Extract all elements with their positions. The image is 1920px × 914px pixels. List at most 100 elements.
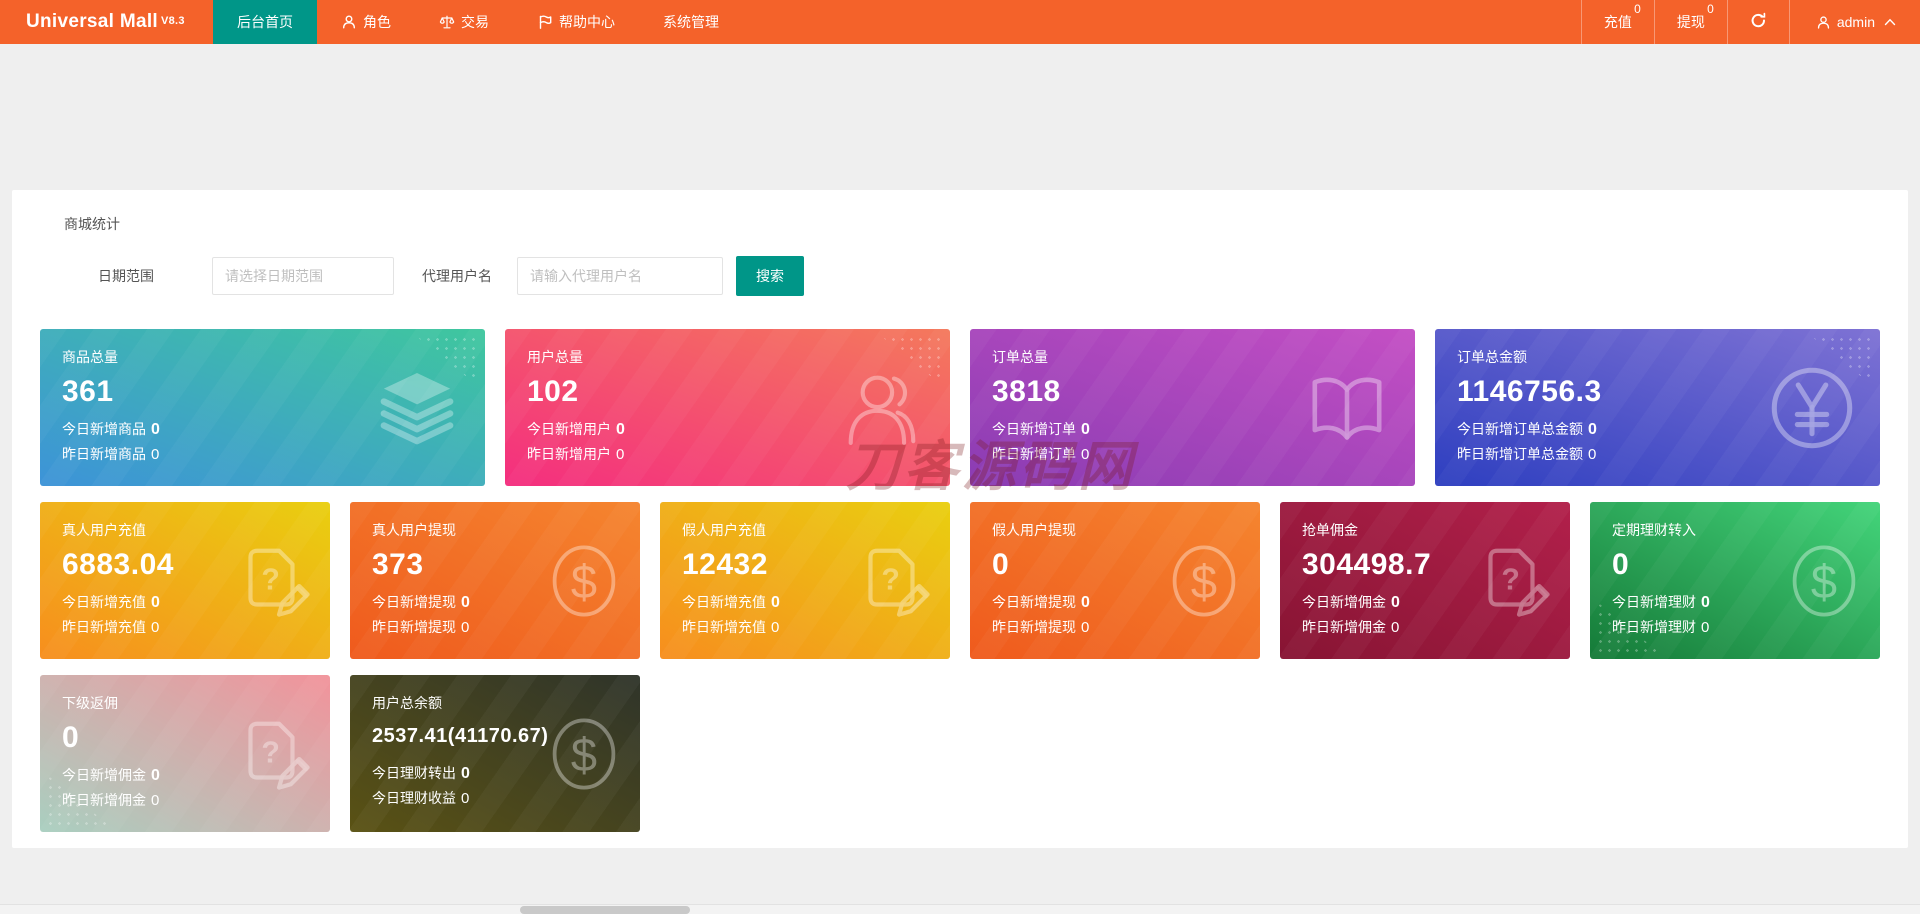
stat-card: 用户总量 102 今日新增用户0 昨日新增用户0 xyxy=(505,329,950,486)
caret-up-icon xyxy=(1884,18,1896,26)
card-line1-label: 今日新增佣金 xyxy=(62,767,146,783)
card-line2-value: 0 xyxy=(1081,446,1089,463)
recharge-button[interactable]: 0 充值 xyxy=(1581,0,1654,44)
flag-icon xyxy=(537,14,553,30)
brand-logo: Universal MallV8.3 xyxy=(0,0,213,44)
card-line2-value: 0 xyxy=(151,792,159,809)
stat-card: 商品总量 361 今日新增商品0 昨日新增商品0 xyxy=(40,329,485,486)
card-line1-label: 今日新增佣金 xyxy=(1302,594,1386,610)
card-line2-label: 昨日新增订单总金额 xyxy=(1457,446,1583,462)
card-line2-value: 0 xyxy=(616,446,624,463)
card-line2-value: 0 xyxy=(461,790,469,807)
recharge-badge: 0 xyxy=(1634,3,1641,15)
scales-icon xyxy=(439,14,455,30)
card-line2-label: 今日理财收益 xyxy=(372,790,456,806)
svg-text:$: $ xyxy=(1191,554,1217,607)
menu-item-roles[interactable]: 角色 xyxy=(317,0,415,44)
panel-title: 商城统计 xyxy=(64,214,1880,234)
stat-card: 真人用户充值 6883.04 今日新增充值0 昨日新增充值0 ? xyxy=(40,502,330,659)
menu-item-label: 交易 xyxy=(461,12,489,32)
card-line2-value: 0 xyxy=(1081,619,1089,636)
username: admin xyxy=(1837,14,1875,30)
card-title: 假人用户充值 xyxy=(682,520,928,540)
date-range-input[interactable] xyxy=(212,257,394,295)
horizontal-scrollbar-thumb[interactable] xyxy=(520,906,690,914)
recharge-label: 充值 xyxy=(1604,12,1632,32)
date-range-label: 日期范围 xyxy=(98,266,154,286)
stat-card: 抢单佣金 304498.7 今日新增佣金0 昨日新增佣金0 ? xyxy=(1280,502,1570,659)
menu-item-label: 后台首页 xyxy=(237,12,293,32)
navbar-actions: 0 充值 0 提现 admin xyxy=(1581,0,1920,44)
stat-card: 假人用户提现 0 今日新增提现0 昨日新增提现0 $ xyxy=(970,502,1260,659)
card-line1-value: 0 xyxy=(151,594,160,611)
menu-item-label: 帮助中心 xyxy=(559,12,615,32)
refresh-icon xyxy=(1750,12,1767,32)
edit-doc-icon: ? xyxy=(852,539,936,623)
card-line1-value: 0 xyxy=(1701,594,1710,611)
svg-text:?: ? xyxy=(1501,563,1519,596)
agent-name-input[interactable] xyxy=(517,257,723,295)
refresh-button[interactable] xyxy=(1727,0,1789,44)
card-title: 真人用户提现 xyxy=(372,520,618,540)
card-line2-value: 0 xyxy=(151,619,159,636)
horizontal-scrollbar xyxy=(0,904,1920,914)
statistics-panel: 商城统计 日期范围 代理用户名 搜索 商品总量 361 今日新增商品0 昨日新增… xyxy=(12,190,1908,848)
edit-doc-icon: ? xyxy=(232,712,316,796)
card-line1-value: 0 xyxy=(616,421,625,438)
card-line2-label: 昨日新增用户 xyxy=(527,446,611,462)
agent-name-label: 代理用户名 xyxy=(422,266,492,286)
svg-text:$: $ xyxy=(571,727,597,780)
dollar-circle-icon: $ xyxy=(542,539,626,623)
svg-text:$: $ xyxy=(1811,554,1837,607)
card-line1-value: 0 xyxy=(1081,594,1090,611)
card-line1-value: 0 xyxy=(461,765,470,782)
menu-item-dashboard[interactable]: 后台首页 xyxy=(213,0,317,44)
layers-icon xyxy=(371,362,463,454)
brand-name: Universal Mall xyxy=(26,11,158,33)
svg-text:?: ? xyxy=(881,563,899,596)
menu-item-help-center[interactable]: 帮助中心 xyxy=(513,0,639,44)
menu-item-transactions[interactable]: 交易 xyxy=(415,0,513,44)
edit-doc-icon: ? xyxy=(1472,539,1556,623)
main-menu: 后台首页 角色 交易 帮助中心 系统管理 xyxy=(213,0,743,44)
menu-item-label: 系统管理 xyxy=(663,12,719,32)
yen-circle-icon xyxy=(1766,362,1858,454)
card-line2-label: 昨日新增提现 xyxy=(372,619,456,635)
svg-text:$: $ xyxy=(571,554,597,607)
dollar-circle-icon: $ xyxy=(1782,539,1866,623)
card-line1-value: 0 xyxy=(1081,421,1090,438)
card-line2-label: 昨日新增订单 xyxy=(992,446,1076,462)
card-line2-value: 0 xyxy=(1391,619,1399,636)
stat-card: 真人用户提现 373 今日新增提现0 昨日新增提现0 $ xyxy=(350,502,640,659)
dollar-circle-icon: $ xyxy=(542,712,626,796)
svg-text:?: ? xyxy=(261,563,279,596)
card-line2-value: 0 xyxy=(1701,619,1709,636)
card-line1-value: 0 xyxy=(771,594,780,611)
card-line1-label: 今日新增提现 xyxy=(992,594,1076,610)
withdraw-badge: 0 xyxy=(1707,3,1714,15)
search-button[interactable]: 搜索 xyxy=(736,256,804,296)
card-line1-value: 0 xyxy=(151,767,160,784)
card-line2-value: 0 xyxy=(151,446,159,463)
card-line1-label: 今日新增订单总金额 xyxy=(1457,421,1583,437)
withdraw-button[interactable]: 0 提现 xyxy=(1654,0,1727,44)
stat-card: 用户总余额 2537.41(41170.67) 今日理财转出0 今日理财收益0 … xyxy=(350,675,640,832)
card-title: 抢单佣金 xyxy=(1302,520,1548,540)
card-line1-label: 今日新增充值 xyxy=(682,594,766,610)
card-line1-label: 今日新增提现 xyxy=(372,594,456,610)
top-spacer xyxy=(0,44,1920,190)
edit-doc-icon: ? xyxy=(232,539,316,623)
stat-card: 定期理财转入 0 今日新增理财0 昨日新增理财0 $ xyxy=(1590,502,1880,659)
stat-card: 假人用户充值 12432 今日新增充值0 昨日新增充值0 ? xyxy=(660,502,950,659)
card-line1-label: 今日新增订单 xyxy=(992,421,1076,437)
stat-card: 订单总金额 1146756.3 今日新增订单总金额0 昨日新增订单总金额0 xyxy=(1435,329,1880,486)
menu-item-system-settings[interactable]: 系统管理 xyxy=(639,0,743,44)
user-menu[interactable]: admin xyxy=(1789,0,1920,44)
card-line2-value: 0 xyxy=(1588,446,1596,463)
card-line2-label: 昨日新增充值 xyxy=(682,619,766,635)
user-icon xyxy=(341,14,357,30)
card-line1-value: 0 xyxy=(1588,421,1597,438)
filter-row: 日期范围 代理用户名 搜索 xyxy=(98,256,1880,296)
card-line2-label: 昨日新增商品 xyxy=(62,446,146,462)
card-title: 定期理财转入 xyxy=(1612,520,1858,540)
